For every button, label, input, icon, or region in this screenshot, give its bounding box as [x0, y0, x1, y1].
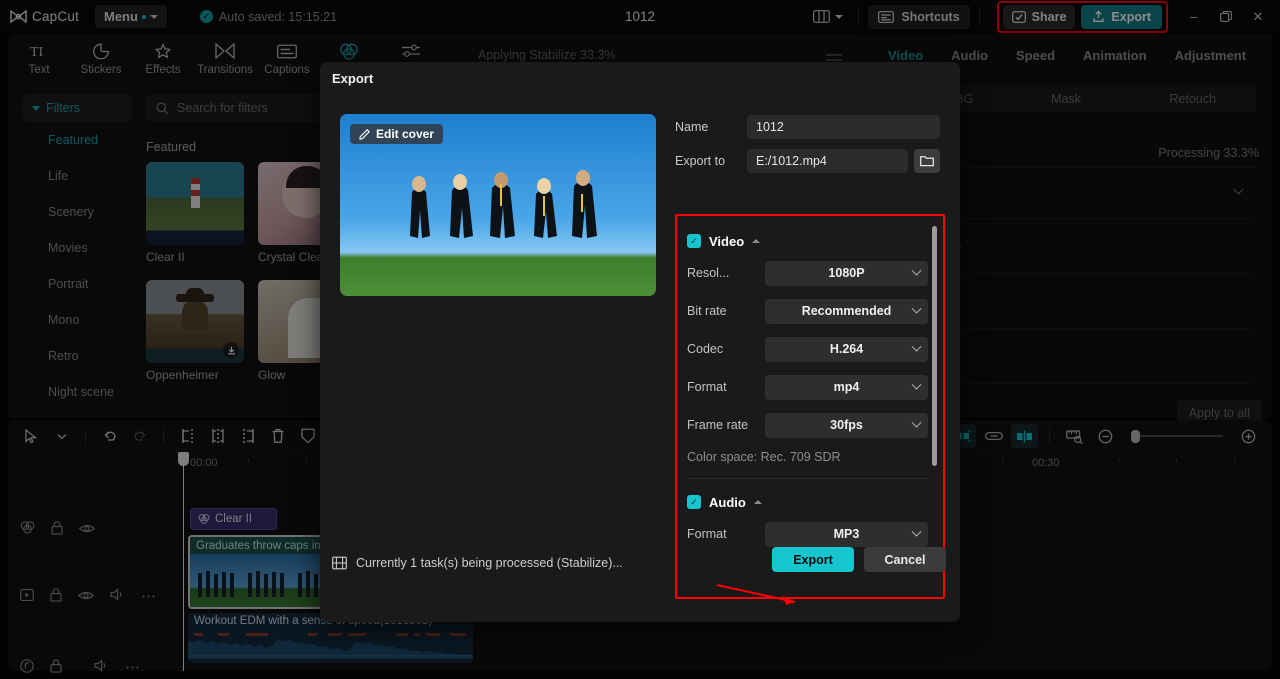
cancel-button[interactable]: Cancel: [864, 547, 946, 572]
chevron-up-icon[interactable]: [753, 500, 762, 504]
folder-icon[interactable]: [914, 149, 940, 173]
resolution-value: 1080P: [828, 266, 865, 280]
export-form: Name 1012 Export to E:/1012.mp4: [675, 110, 940, 178]
format-select[interactable]: mp4: [765, 374, 928, 400]
audio-checkbox[interactable]: ✓: [687, 495, 701, 509]
export-dialog: Export Edit cover Name 1012 Export to E:…: [320, 62, 960, 622]
chevron-down-icon: [911, 526, 922, 537]
video-checkbox[interactable]: ✓: [687, 234, 701, 248]
divider: [687, 478, 929, 479]
dialog-title: Export: [332, 70, 374, 86]
edit-cover-button[interactable]: Edit cover: [350, 124, 444, 144]
framerate-label: Frame rate: [687, 418, 749, 432]
export-confirm-button[interactable]: Export: [772, 547, 854, 572]
audio-format-select[interactable]: MP3: [765, 521, 928, 547]
audio-format-label: Format: [687, 527, 727, 541]
color-space-text: Color space: Rec. 709 SDR: [687, 450, 841, 464]
audio-section-title: Audio: [709, 494, 746, 510]
resolution-select[interactable]: 1080P: [765, 260, 928, 286]
name-input[interactable]: 1012: [747, 115, 940, 139]
export-to-label: Export to: [675, 154, 726, 168]
framerate-value: 30fps: [830, 418, 863, 432]
edit-pencil-icon: [359, 129, 370, 140]
dialog-body: Edit cover Name 1012 Export to E:/1012.m…: [320, 94, 960, 599]
video-section-header[interactable]: ✓ Video: [687, 228, 943, 254]
format-value: mp4: [833, 380, 860, 394]
chevron-down-icon: [911, 303, 922, 314]
resolution-row: Resol... 1080P: [687, 254, 943, 292]
export-to-row: Export to E:/1012.mp4: [675, 144, 940, 178]
chevron-down-icon: [911, 379, 922, 390]
format-row: Format mp4: [687, 368, 943, 406]
framerate-row: Frame rate 30fps: [687, 406, 943, 444]
capcut-window: CapCut Menu ✓ Auto saved: 15:15:21 1012: [0, 0, 1280, 679]
bitrate-row: Bit rate Recommended: [687, 292, 943, 330]
video-section-title: Video: [709, 233, 745, 249]
annotation-arrow: [716, 584, 796, 605]
chevron-down-icon: [911, 417, 922, 428]
name-row: Name 1012: [675, 110, 940, 144]
codec-select[interactable]: H.264: [765, 336, 928, 362]
bitrate-label: Bit rate: [687, 304, 727, 318]
task-status-bar: Currently 1 task(s) being processed (Sta…: [332, 556, 623, 570]
bitrate-select[interactable]: Recommended: [765, 298, 928, 324]
audio-format-value: MP3: [833, 527, 860, 541]
export-settings: ✓ Video Resol... 1080P Bit rate Recommen…: [677, 216, 943, 597]
bitrate-value: Recommended: [801, 304, 892, 318]
settings-scrollbar[interactable]: [932, 226, 937, 466]
export-settings-highlight: ✓ Video Resol... 1080P Bit rate Recommen…: [675, 214, 945, 599]
cover-preview: Edit cover: [340, 114, 656, 296]
film-icon: [332, 556, 347, 570]
codec-value: H.264: [829, 342, 864, 356]
dialog-actions: Export Cancel: [772, 547, 946, 572]
chevron-down-icon: [911, 265, 922, 276]
task-status-text: Currently 1 task(s) being processed (Sta…: [356, 556, 623, 570]
format-label: Format: [687, 380, 727, 394]
codec-row: Codec H.264: [687, 330, 943, 368]
codec-label: Codec: [687, 342, 724, 356]
edit-cover-label: Edit cover: [376, 127, 435, 141]
audio-section-header[interactable]: ✓ Audio: [687, 489, 943, 515]
export-path-input[interactable]: E:/1012.mp4: [747, 149, 908, 173]
resolution-label: Resol...: [687, 266, 730, 280]
name-label: Name: [675, 120, 709, 134]
framerate-select[interactable]: 30fps: [765, 412, 928, 438]
chevron-up-icon[interactable]: [752, 239, 761, 243]
chevron-down-icon: [911, 341, 922, 352]
